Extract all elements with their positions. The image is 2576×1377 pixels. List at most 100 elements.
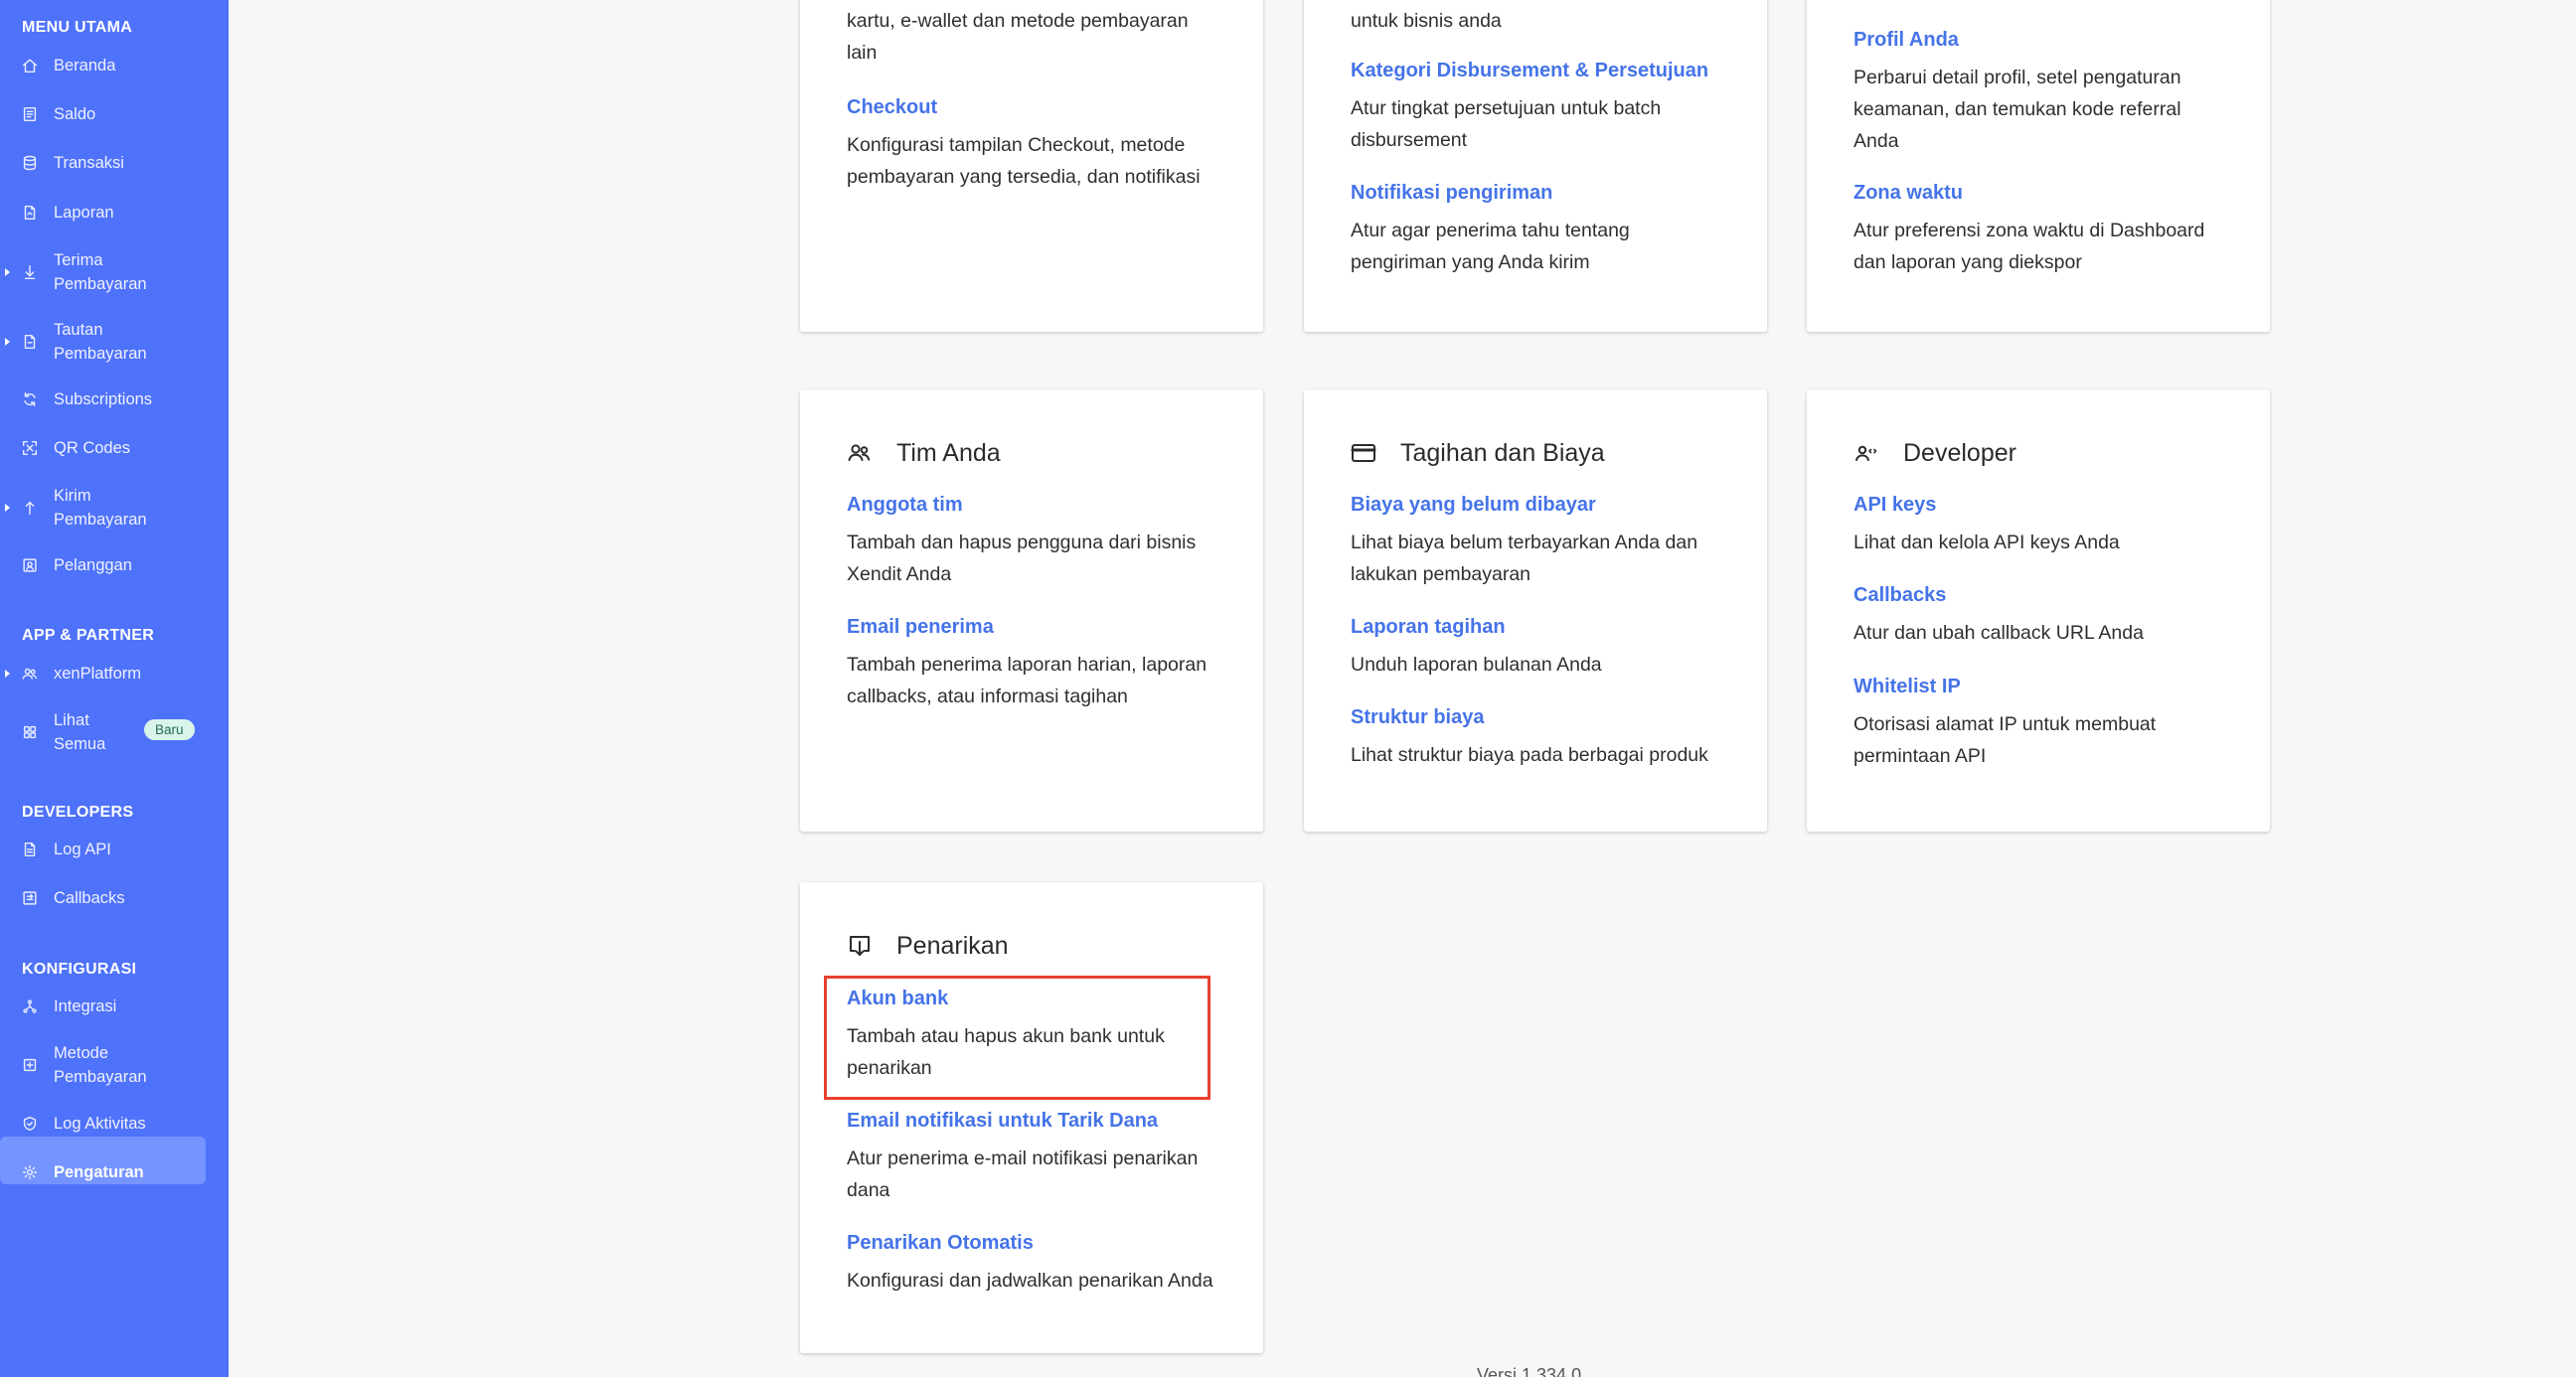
shield-icon xyxy=(20,1114,40,1134)
sidebar-item-label-line2: Semua xyxy=(54,735,106,753)
home-icon xyxy=(20,56,40,76)
sidebar-item-pengaturan[interactable]: Pengaturan xyxy=(0,1137,229,1184)
entry-description: Lihat biaya belum terbayarkan Anda dan l… xyxy=(1351,532,1698,585)
sidebar-item-label: Log Aktivitas xyxy=(54,1115,146,1133)
whitelist-ip-link[interactable]: Whitelist IP xyxy=(1853,673,2230,700)
card-entry: Kategori Disbursement & Persetujuan Atur… xyxy=(1351,57,1727,156)
card-header: Tim Anda xyxy=(846,437,1001,469)
card-entry: Notifikasi pengiriman Atur agar penerima… xyxy=(1351,179,1727,278)
auto-withdraw-link[interactable]: Penarikan Otomatis xyxy=(847,1229,1223,1257)
contact-icon xyxy=(20,555,40,575)
card-title: Penarikan xyxy=(896,931,1009,960)
card-entry: Profil Anda Perbarui detail profil, sete… xyxy=(1853,26,2230,157)
sidebar-item-qr-codes[interactable]: QR Codes xyxy=(0,436,229,460)
entry-description: Atur agar penerima tahu tentang pengirim… xyxy=(1351,220,1630,273)
sidebar-item-label: Lihat xyxy=(54,711,89,729)
sidebar-item-label: QR Codes xyxy=(54,439,131,457)
disbursement-category-link[interactable]: Kategori Disbursement & Persetujuan xyxy=(1351,57,1727,84)
card-entry: Biaya yang belum dibayar Lihat biaya bel… xyxy=(1351,491,1727,590)
card-disbursement-settings: untuk bisnis anda Kategori Disbursement … xyxy=(1304,0,1767,332)
integration-icon xyxy=(20,996,40,1016)
card-title: Tagihan dan Biaya xyxy=(1400,438,1605,467)
sidebar-item-label: Laporan xyxy=(54,204,114,222)
version-text: Versi 1.334.0 xyxy=(1477,1365,1582,1377)
sidebar-item-pelanggan[interactable]: Pelanggan xyxy=(0,553,229,577)
entry-description: Atur tingkat persetujuan untuk batch dis… xyxy=(1351,97,1662,151)
entry-description: Lihat dan kelola API keys Anda xyxy=(1853,532,2120,553)
sidebar-item-label-line2: Pembayaran xyxy=(54,1068,147,1086)
card-description: untuk bisnis anda xyxy=(1351,10,1502,32)
section-title-konfigurasi: KONFIGURASI xyxy=(22,961,137,978)
sidebar-item-callbacks[interactable]: Callbacks xyxy=(0,886,229,910)
sidebar-item-label: Subscriptions xyxy=(54,390,153,408)
receive-arrow-icon xyxy=(20,262,40,282)
chevron-right-icon xyxy=(5,670,10,678)
log-icon xyxy=(20,840,40,859)
sidebar-item-label: Log API xyxy=(54,841,111,858)
team-members-link[interactable]: Anggota tim xyxy=(847,491,1223,519)
refresh-icon xyxy=(20,389,40,409)
sidebar-item-label: xenPlatform xyxy=(54,665,142,683)
entry-description: Konfigurasi dan jadwalkan penarikan Anda xyxy=(847,1270,1213,1292)
card-header: Tagihan dan Biaya xyxy=(1350,437,1605,469)
sidebar-item-saldo[interactable]: Saldo xyxy=(0,102,229,126)
sidebar-item-xenplatform[interactable]: xenPlatform xyxy=(0,662,229,686)
sidebar-item-label: Saldo xyxy=(54,105,96,123)
entry-description: Perbarui detail profil, setel pengaturan… xyxy=(1853,67,2181,152)
entry-description: Lihat struktur biaya pada berbagai produ… xyxy=(1351,744,1708,766)
sidebar-item-label: Integrasi xyxy=(54,997,117,1015)
card-header: Penarikan xyxy=(846,930,1009,962)
sidebar-item-tautan-pembayaran[interactable]: Tautan Pembayaran xyxy=(0,318,229,366)
section-title-menu-utama: MENU UTAMA xyxy=(22,19,133,36)
sidebar-item-label: Metode xyxy=(54,1044,109,1062)
fee-structure-link[interactable]: Struktur biaya xyxy=(1351,703,1727,731)
sidebar-item-lihat-semua[interactable]: Lihat Semua Baru xyxy=(0,708,229,756)
checkout-link[interactable]: Checkout xyxy=(847,93,1223,121)
profile-link[interactable]: Profil Anda xyxy=(1853,26,2230,54)
sidebar-item-subscriptions[interactable]: Subscriptions xyxy=(0,387,229,411)
gear-icon xyxy=(20,1162,40,1182)
timezone-link[interactable]: Zona waktu xyxy=(1853,179,2230,207)
card-header: Developer xyxy=(1852,437,2016,469)
sidebar-item-log-api[interactable]: Log API xyxy=(0,838,229,861)
sidebar-item-terima-pembayaran[interactable]: Terima Pembayaran xyxy=(0,248,229,296)
sidebar-item-integrasi[interactable]: Integrasi xyxy=(0,994,229,1018)
sidebar-item-label-line2: Pembayaran xyxy=(54,511,147,529)
sidebar-item-log-aktivitas[interactable]: Log Aktivitas xyxy=(0,1112,229,1136)
developer-icon xyxy=(1852,437,1886,469)
sidebar-item-label: Tautan xyxy=(54,321,103,339)
card-entry: Email penerima Tambah penerima laporan h… xyxy=(847,613,1223,712)
sidebar-item-beranda[interactable]: Beranda xyxy=(0,54,229,77)
sidebar-item-label: Transaksi xyxy=(54,154,124,172)
sidebar-item-label: Beranda xyxy=(54,57,116,75)
entry-description: Konfigurasi tampilan Checkout, metode pe… xyxy=(847,134,1201,188)
callbacks-link[interactable]: Callbacks xyxy=(1853,581,2230,609)
card-entry: Email notifikasi untuk Tarik Dana Atur p… xyxy=(847,1107,1223,1206)
email-recipients-link[interactable]: Email penerima xyxy=(847,613,1223,641)
billing-report-link[interactable]: Laporan tagihan xyxy=(1351,613,1727,641)
withdraw-email-notification-link[interactable]: Email notifikasi untuk Tarik Dana xyxy=(847,1107,1223,1135)
card-entry: Callbacks Atur dan ubah callback URL And… xyxy=(1853,581,2230,649)
send-arrow-icon xyxy=(20,498,40,518)
card-description: kartu, e-wallet dan metode pembayaran la… xyxy=(847,10,1189,64)
card-entry: Zona waktu Atur preferensi zona waktu di… xyxy=(1853,179,2230,278)
entry-description: Otorisasi alamat IP untuk membuat permin… xyxy=(1853,713,2157,767)
sidebar-item-laporan[interactable]: Laporan xyxy=(0,201,229,225)
card-entry: Anggota tim Tambah dan hapus pengguna da… xyxy=(847,491,1223,590)
card-tagihan-biaya: Tagihan dan Biaya Biaya yang belum dibay… xyxy=(1304,389,1767,832)
sidebar-item-label-line2: Pembayaran xyxy=(54,345,147,363)
sidebar-item-metode-pembayaran[interactable]: Metode Pembayaran xyxy=(0,1041,229,1089)
sidebar-item-transaksi[interactable]: Transaksi xyxy=(0,151,229,175)
callback-icon xyxy=(20,888,40,908)
shipment-notification-link[interactable]: Notifikasi pengiriman xyxy=(1351,179,1727,207)
highlight-box xyxy=(824,976,1210,1100)
sidebar: MENU UTAMA Beranda Saldo Transaksi Lapor… xyxy=(0,0,229,1377)
sidebar-item-label: Kirim xyxy=(54,487,91,505)
entry-description: Tambah penerima laporan harian, laporan … xyxy=(847,654,1208,707)
chevron-right-icon xyxy=(5,268,10,276)
api-keys-link[interactable]: API keys xyxy=(1853,491,2230,519)
card-entry: Penarikan Otomatis Konfigurasi dan jadwa… xyxy=(847,1229,1223,1297)
unpaid-fees-link[interactable]: Biaya yang belum dibayar xyxy=(1351,491,1727,519)
chevron-right-icon xyxy=(5,504,10,512)
sidebar-item-kirim-pembayaran[interactable]: Kirim Pembayaran xyxy=(0,484,229,532)
